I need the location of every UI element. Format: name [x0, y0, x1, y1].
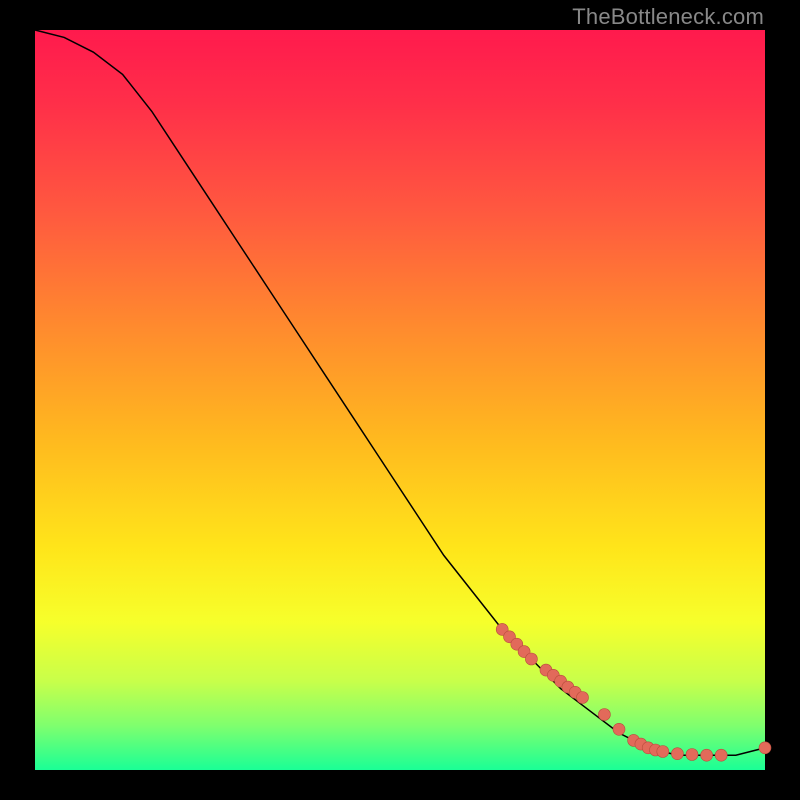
- chart-stage: TheBottleneck.com: [0, 0, 800, 800]
- marker-point: [759, 742, 771, 754]
- marker-point: [715, 749, 727, 761]
- plot-overlay: [35, 30, 765, 770]
- marker-point: [701, 749, 713, 761]
- marker-point: [671, 748, 683, 760]
- watermark-text: TheBottleneck.com: [572, 4, 764, 30]
- curve-line: [35, 30, 765, 755]
- marker-point: [613, 723, 625, 735]
- marker-point: [657, 746, 669, 758]
- marker-point: [598, 709, 610, 721]
- marker-point: [525, 653, 537, 665]
- marker-point: [577, 692, 589, 704]
- marker-point: [686, 749, 698, 761]
- markers-group: [496, 623, 771, 761]
